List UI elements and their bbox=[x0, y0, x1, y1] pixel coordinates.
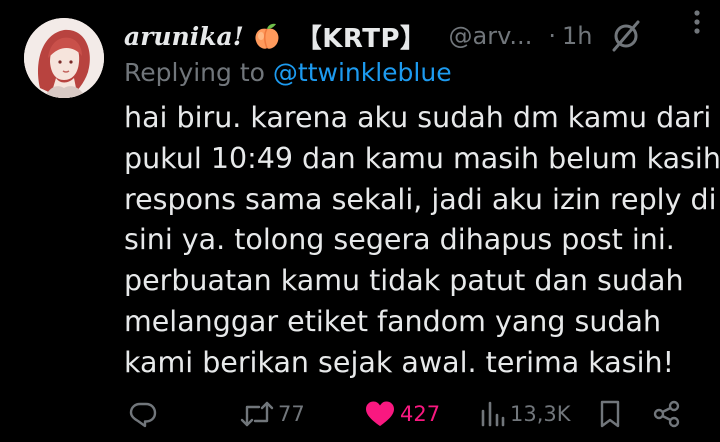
tweet-text-line: respons sama sekali, jadi aku izin reply… bbox=[124, 182, 717, 216]
display-name[interactable]: arunika! bbox=[124, 22, 244, 51]
tweet-text-line: pukul 10:49 dan kamu masih belum kasih bbox=[124, 141, 720, 175]
view-count: 13,3K bbox=[510, 402, 571, 426]
tweet-text-line: kami berikan sejak awal. terima kasih! bbox=[124, 345, 675, 379]
tweet-text-line: sini ya. tolong segera dihapus post ini. bbox=[124, 223, 675, 257]
krtp-tag: 【KRTP】 bbox=[295, 23, 427, 54]
retweet-button[interactable]: 77 bbox=[240, 392, 305, 436]
views-button[interactable]: 13,3K bbox=[480, 392, 571, 436]
more-options-icon[interactable] bbox=[682, 6, 712, 38]
action-bar: 77 427 13,3K bbox=[0, 392, 720, 436]
replying-to: Replying to @ttwinkleblue bbox=[124, 58, 452, 87]
tweet-header: arunika! 【KRTP】 @arv... · 1h bbox=[124, 14, 704, 58]
tweet-text-line: perbuatan kamu tidak patut dan sudah bbox=[124, 264, 684, 298]
like-count: 427 bbox=[400, 402, 441, 426]
like-button[interactable]: 427 bbox=[364, 392, 440, 436]
retweet-count: 77 bbox=[278, 402, 305, 426]
share-button[interactable] bbox=[652, 392, 682, 436]
bookmark-button[interactable] bbox=[598, 392, 622, 436]
replying-to-mention[interactable]: @ttwinkleblue bbox=[273, 58, 452, 87]
grok-icon[interactable] bbox=[608, 18, 644, 54]
reply-button[interactable] bbox=[128, 392, 158, 436]
bookmark-icon bbox=[600, 400, 620, 428]
tweet-text: hai biru. karena aku sudah dm kamu dari … bbox=[124, 98, 720, 384]
tweet-text-line: melanggar etiket fandom yang sudah bbox=[124, 304, 662, 338]
heart-icon bbox=[366, 401, 394, 426]
views-icon bbox=[481, 401, 505, 427]
share-icon bbox=[653, 400, 680, 428]
user-handle[interactable]: @arv... bbox=[449, 22, 533, 50]
peach-emoji-icon bbox=[252, 21, 282, 51]
avatar[interactable] bbox=[24, 18, 104, 98]
replying-to-prefix: Replying to bbox=[124, 58, 265, 87]
separator-dot: · bbox=[548, 22, 556, 50]
tweet-text-line: hai biru. karena aku sudah dm kamu dari bbox=[124, 101, 712, 134]
retweet-icon bbox=[240, 401, 274, 427]
reply-icon bbox=[129, 402, 157, 428]
timestamp[interactable]: 1h bbox=[562, 22, 592, 50]
